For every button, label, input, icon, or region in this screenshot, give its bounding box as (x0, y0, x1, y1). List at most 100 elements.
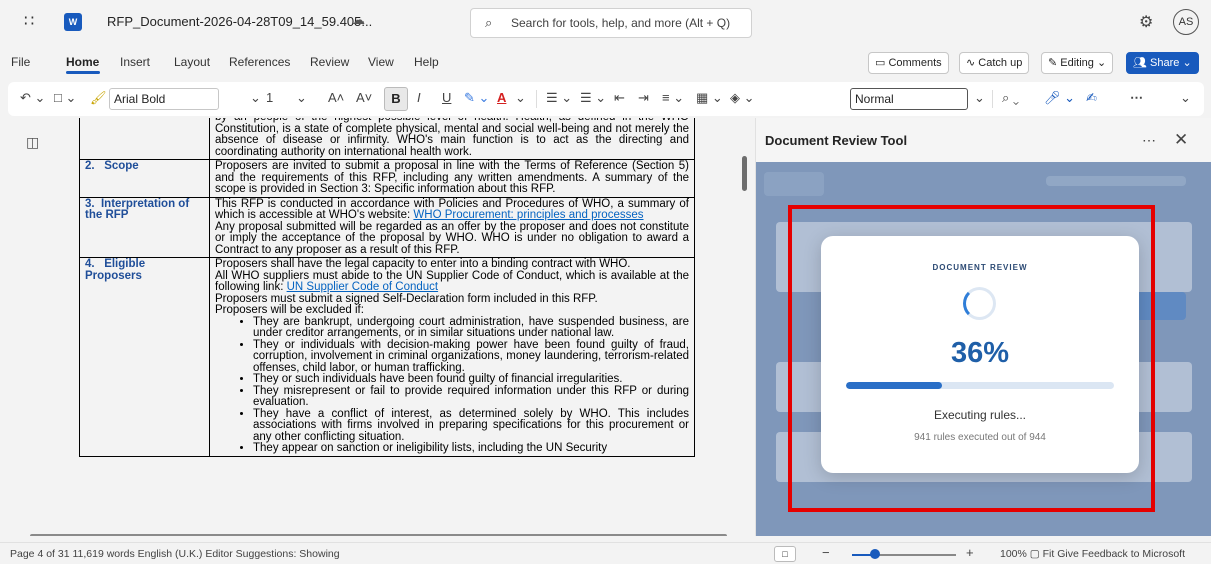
font-name-value[interactable]: Arial Bold (114, 92, 165, 106)
editing-button[interactable]: ✎ Editing ⌄ (1041, 52, 1114, 74)
font-size-dropdown-icon[interactable]: ⌄ (296, 90, 307, 106)
menu-references[interactable]: References (229, 55, 290, 69)
more-options-icon[interactable]: ⋯ (1130, 90, 1143, 106)
list-item: They are bankrupt, undergoing court admi… (253, 316, 689, 340)
catch-up-button[interactable]: ∿ Catch up (959, 52, 1030, 74)
grow-font-icon[interactable]: A˄ (328, 90, 344, 106)
share-icon: 👥︎ (1133, 57, 1151, 69)
vertical-scrollbar[interactable] (742, 156, 747, 191)
app-launcher-icon[interactable]: ∷ (24, 14, 34, 30)
numbering-icon[interactable]: ☰ ⌄ (580, 90, 606, 106)
undo-icon[interactable]: ↶ ⌄ (20, 90, 45, 106)
dictate-icon[interactable]: 🎤︎ ⌄ (1044, 90, 1075, 106)
shrink-font-icon[interactable]: A˅ (356, 90, 372, 106)
table-cell[interactable]: This RFP is conducted in accordance with… (209, 196, 695, 258)
avatar[interactable]: AS (1173, 9, 1199, 35)
comments-button[interactable]: ▭ Comments (868, 52, 949, 74)
zoom-slider-thumb[interactable] (870, 549, 880, 559)
increase-indent-icon[interactable]: ⇥ (638, 90, 649, 106)
menu-home[interactable]: Home (66, 55, 99, 69)
zoom-out-icon[interactable]: − (822, 545, 830, 560)
font-color-dropdown-icon[interactable]: ⌄ (515, 90, 526, 106)
table-row: 4. Eligible Proposers Proposers shall ha… (79, 257, 695, 457)
decrease-indent-icon[interactable]: ⇤ (614, 90, 625, 106)
format-painter-icon[interactable]: 🖌︎ (90, 90, 107, 106)
status-left[interactable]: Page 4 of 31 11,619 words English (U.K.)… (10, 548, 340, 560)
paragraph: Proposers must submit a signed Self-Decl… (215, 292, 598, 305)
list-item: They have a conflict of interest, as det… (253, 408, 689, 444)
font-name-dropdown-icon[interactable]: ⌄ (250, 90, 261, 106)
ribbon-toolbar: ↶ ⌄ □ ⌄ 🖌︎ Arial Bold ⌄ 1 ⌄ A˄ A˅ B I U … (8, 82, 1204, 116)
bullets-icon[interactable]: ☰ ⌄ (546, 90, 572, 106)
list-item: They misrepresent or fail to provide req… (253, 385, 689, 409)
close-icon[interactable]: ✕ (1174, 130, 1188, 150)
ribbon-collapse-icon[interactable]: ⌄ (1180, 90, 1191, 106)
section-number: 4. (85, 258, 95, 270)
chevron-down-icon: ⌄ (1179, 57, 1192, 69)
zoom-in-icon[interactable]: + (966, 545, 974, 560)
italic-icon[interactable]: I (417, 90, 421, 106)
search-box[interactable]: ⌕ Search for tools, help, and more (Alt … (470, 8, 752, 38)
list-item: They or such individuals have been found… (253, 373, 689, 386)
progress-percent: 36% (950, 337, 1010, 369)
font-color-icon[interactable]: A (497, 90, 506, 106)
document-title[interactable]: RFP_Document-2026-04-28T09_14_59.405... (107, 14, 372, 29)
align-icon[interactable]: ≡ ⌄ (662, 90, 684, 106)
table-cell[interactable]: Proposers shall have the legal capacity … (209, 257, 695, 457)
code-of-conduct-link[interactable]: UN Supplier Code of Conduct (287, 281, 439, 293)
menu-file[interactable]: File (11, 55, 30, 69)
search-icon: ⌕ (485, 15, 493, 30)
separator (992, 90, 993, 108)
procurement-link[interactable]: WHO Procurement: principles and processe… (413, 209, 643, 221)
font-name-box[interactable]: Arial Bold (109, 88, 219, 110)
comment-icon: ▭ (875, 57, 889, 69)
section-title: Scope (104, 160, 139, 172)
shading-icon[interactable]: ◈ ⌄ (730, 90, 755, 106)
status-bar: Page 4 of 31 11,619 words English (U.K.)… (0, 542, 1211, 564)
menu-insert[interactable]: Insert (120, 55, 150, 69)
document-page[interactable]: by an people of the highest possible lev… (24, 118, 726, 536)
table-row: 3. Interpretation of the RFP This RFP is… (79, 196, 695, 258)
clipboard-icon[interactable]: □ ⌄ (54, 90, 76, 106)
style-value[interactable]: Normal (855, 92, 894, 106)
more-options-icon[interactable]: ⋯ (1142, 132, 1157, 149)
status-right[interactable]: 100% ▢ Fit Give Feedback to Microsoft (1000, 548, 1185, 560)
section-label[interactable]: 3. Interpretation of the RFP (79, 196, 210, 258)
list-item: They appear on sanction or ineligibility… (253, 442, 689, 455)
menu-view[interactable]: View (368, 55, 394, 69)
find-icon[interactable]: ⌕ ⌄ (1002, 90, 1019, 106)
cloud-sync-icon: ☁ (352, 12, 365, 27)
pane-title: Document Review Tool (765, 133, 908, 148)
progress-card: DOCUMENT REVIEW 36% Executing rules... 9… (821, 236, 1139, 473)
comments-label: Comments (888, 57, 942, 69)
menu-help[interactable]: Help (414, 55, 439, 69)
share-button[interactable]: 👥︎ Share ⌄ (1126, 52, 1199, 74)
bold-button[interactable]: B (384, 87, 408, 111)
search-placeholder[interactable]: Search for tools, help, and more (Alt + … (511, 16, 730, 30)
editor-icon[interactable]: ✍︎ (1086, 90, 1097, 106)
font-size-value[interactable]: 1 (266, 90, 273, 106)
table-cell[interactable]: by an people of the highest possible lev… (209, 118, 695, 160)
card-eyebrow: DOCUMENT REVIEW (932, 263, 1028, 272)
highlight-icon[interactable]: ✎ ⌄ (464, 90, 489, 106)
progress-substatus: 941 rules executed out of 944 (914, 432, 1046, 443)
horizontal-scrollbar[interactable] (30, 534, 727, 536)
paragraph: Proposers shall have the legal capacity … (215, 258, 631, 270)
document-review-pane: Document Review Tool ⋯ ✕ DOCUMENT REVIEW… (755, 118, 1211, 536)
style-box[interactable]: Normal (850, 88, 968, 110)
borders-icon[interactable]: ▦ ⌄ (696, 90, 723, 106)
paragraph: Proposers will be excluded if: (215, 304, 364, 316)
underline-icon[interactable]: U (442, 90, 451, 106)
menu-layout[interactable]: Layout (174, 55, 210, 69)
progress-status: Executing rules... (933, 408, 1027, 422)
table-cell[interactable]: Proposers are invited to submit a propos… (209, 159, 695, 198)
pulse-icon: ∿ (966, 57, 979, 69)
menu-review[interactable]: Review (310, 55, 349, 69)
paragraph: Proposers are invited to submit a propos… (215, 160, 689, 195)
paragraph: Any proposal submitted will be regarded … (215, 220, 689, 256)
style-dropdown-icon[interactable]: ⌄ (974, 90, 985, 106)
settings-gear-icon[interactable]: ⚙ (1139, 12, 1153, 32)
section-label[interactable]: 4. Eligible Proposers (79, 257, 210, 457)
page-view-icon[interactable]: □ (774, 546, 796, 562)
section-label[interactable]: 2. Scope (79, 159, 210, 198)
